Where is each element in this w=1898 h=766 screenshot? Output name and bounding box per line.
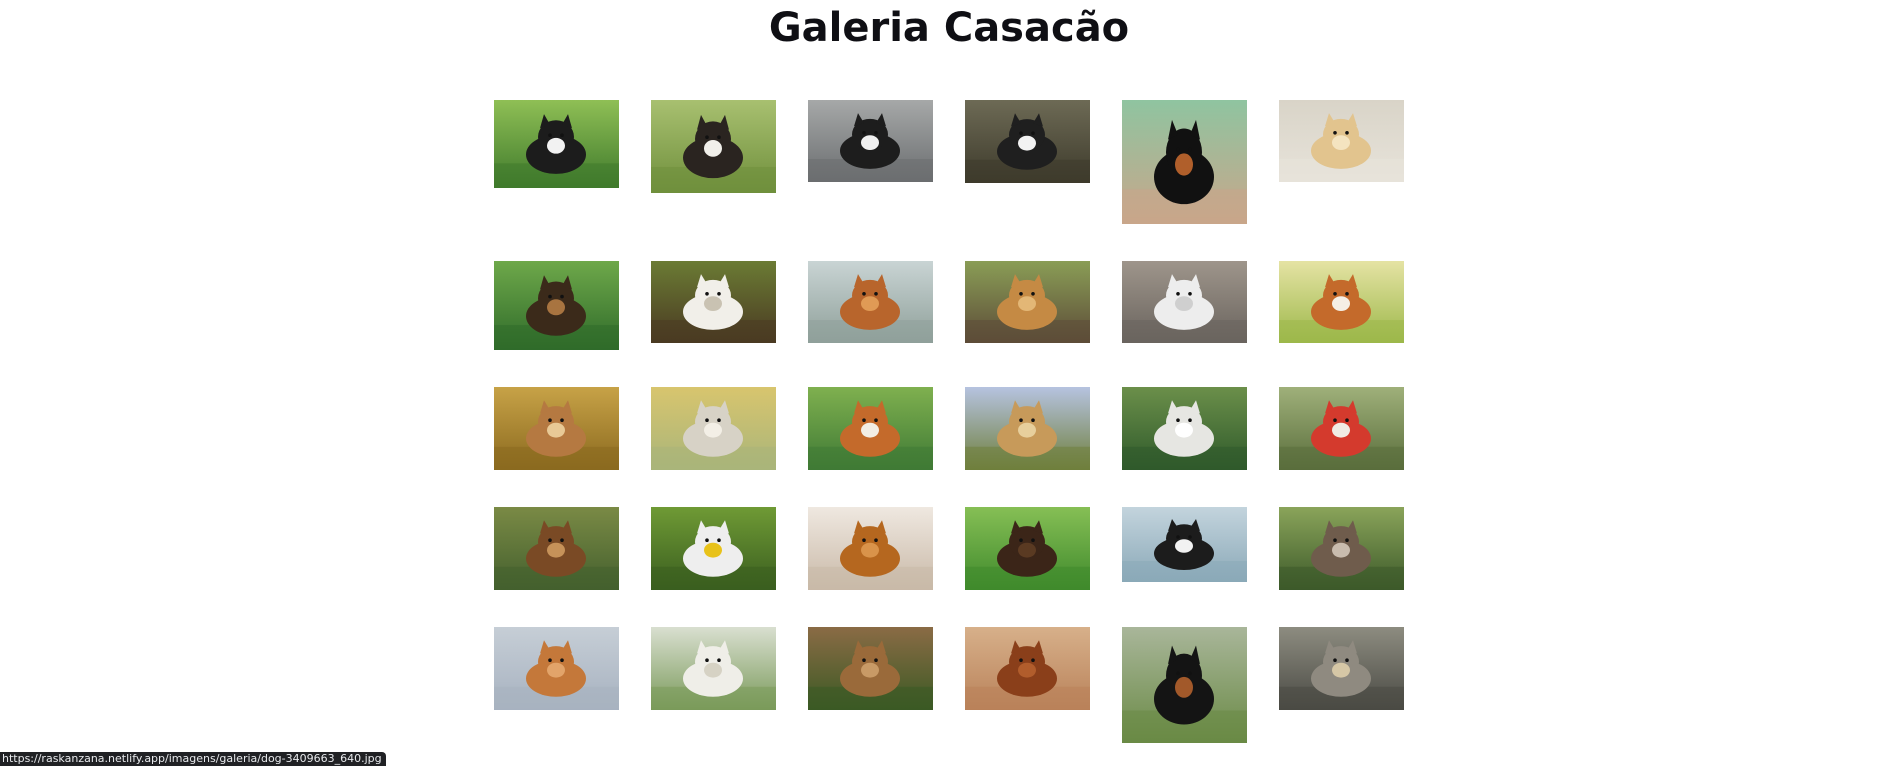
gallery-image-29[interactable] [1122,627,1247,743]
dog-photo [1122,100,1247,224]
gallery-image-30[interactable] [1279,627,1404,710]
dog-photo [651,507,776,590]
dog-photo [965,507,1090,590]
gallery-image-13[interactable] [494,387,619,470]
gallery-image-8[interactable] [651,261,776,343]
dog-photo [1279,261,1404,343]
dog-photo [1279,387,1404,470]
dog-photo [651,387,776,470]
dog-photo [494,100,619,188]
gallery-image-16[interactable] [965,387,1090,470]
gallery-image-15[interactable] [808,387,933,470]
gallery-image-20[interactable] [651,507,776,590]
dog-photo [494,261,619,350]
dog-photo [1122,261,1247,343]
gallery-image-26[interactable] [651,627,776,710]
dog-photo [808,627,933,710]
gallery-image-12[interactable] [1279,261,1404,343]
dog-photo [965,100,1090,183]
dog-photo [651,100,776,193]
gallery-image-3[interactable] [808,100,933,182]
dog-photo [494,627,619,710]
gallery-image-23[interactable] [1122,507,1247,582]
dog-photo [1122,627,1247,743]
gallery-image-17[interactable] [1122,387,1247,470]
dog-photo [808,261,933,343]
dog-photo [494,387,619,470]
gallery-image-22[interactable] [965,507,1090,590]
gallery-image-19[interactable] [494,507,619,590]
gallery-image-6[interactable] [1279,100,1404,182]
gallery-image-18[interactable] [1279,387,1404,470]
dog-photo [1279,627,1404,710]
gallery-image-9[interactable] [808,261,933,343]
gallery-image-14[interactable] [651,387,776,470]
gallery-image-2[interactable] [651,100,776,193]
dog-photo [965,627,1090,710]
dog-photo [1279,100,1404,182]
image-gallery [0,0,1898,763]
dog-photo [808,387,933,470]
dog-photo [965,387,1090,470]
gallery-image-1[interactable] [494,100,619,188]
gallery-image-5[interactable] [1122,100,1247,224]
gallery-image-28[interactable] [965,627,1090,710]
dog-photo [965,261,1090,343]
dog-photo [808,507,933,590]
gallery-image-7[interactable] [494,261,619,350]
gallery-image-25[interactable] [494,627,619,710]
link-status-bar: https://raskanzana.netlify.app/imagens/g… [0,752,386,766]
gallery-image-4[interactable] [965,100,1090,183]
dog-photo [1279,507,1404,590]
gallery-image-27[interactable] [808,627,933,710]
dog-photo [1122,507,1247,582]
gallery-image-24[interactable] [1279,507,1404,590]
dog-photo [1122,387,1247,470]
gallery-image-21[interactable] [808,507,933,590]
dog-photo [494,507,619,590]
dog-photo [808,100,933,182]
dog-photo [651,261,776,343]
gallery-image-11[interactable] [1122,261,1247,343]
gallery-image-10[interactable] [965,261,1090,343]
dog-photo [651,627,776,710]
